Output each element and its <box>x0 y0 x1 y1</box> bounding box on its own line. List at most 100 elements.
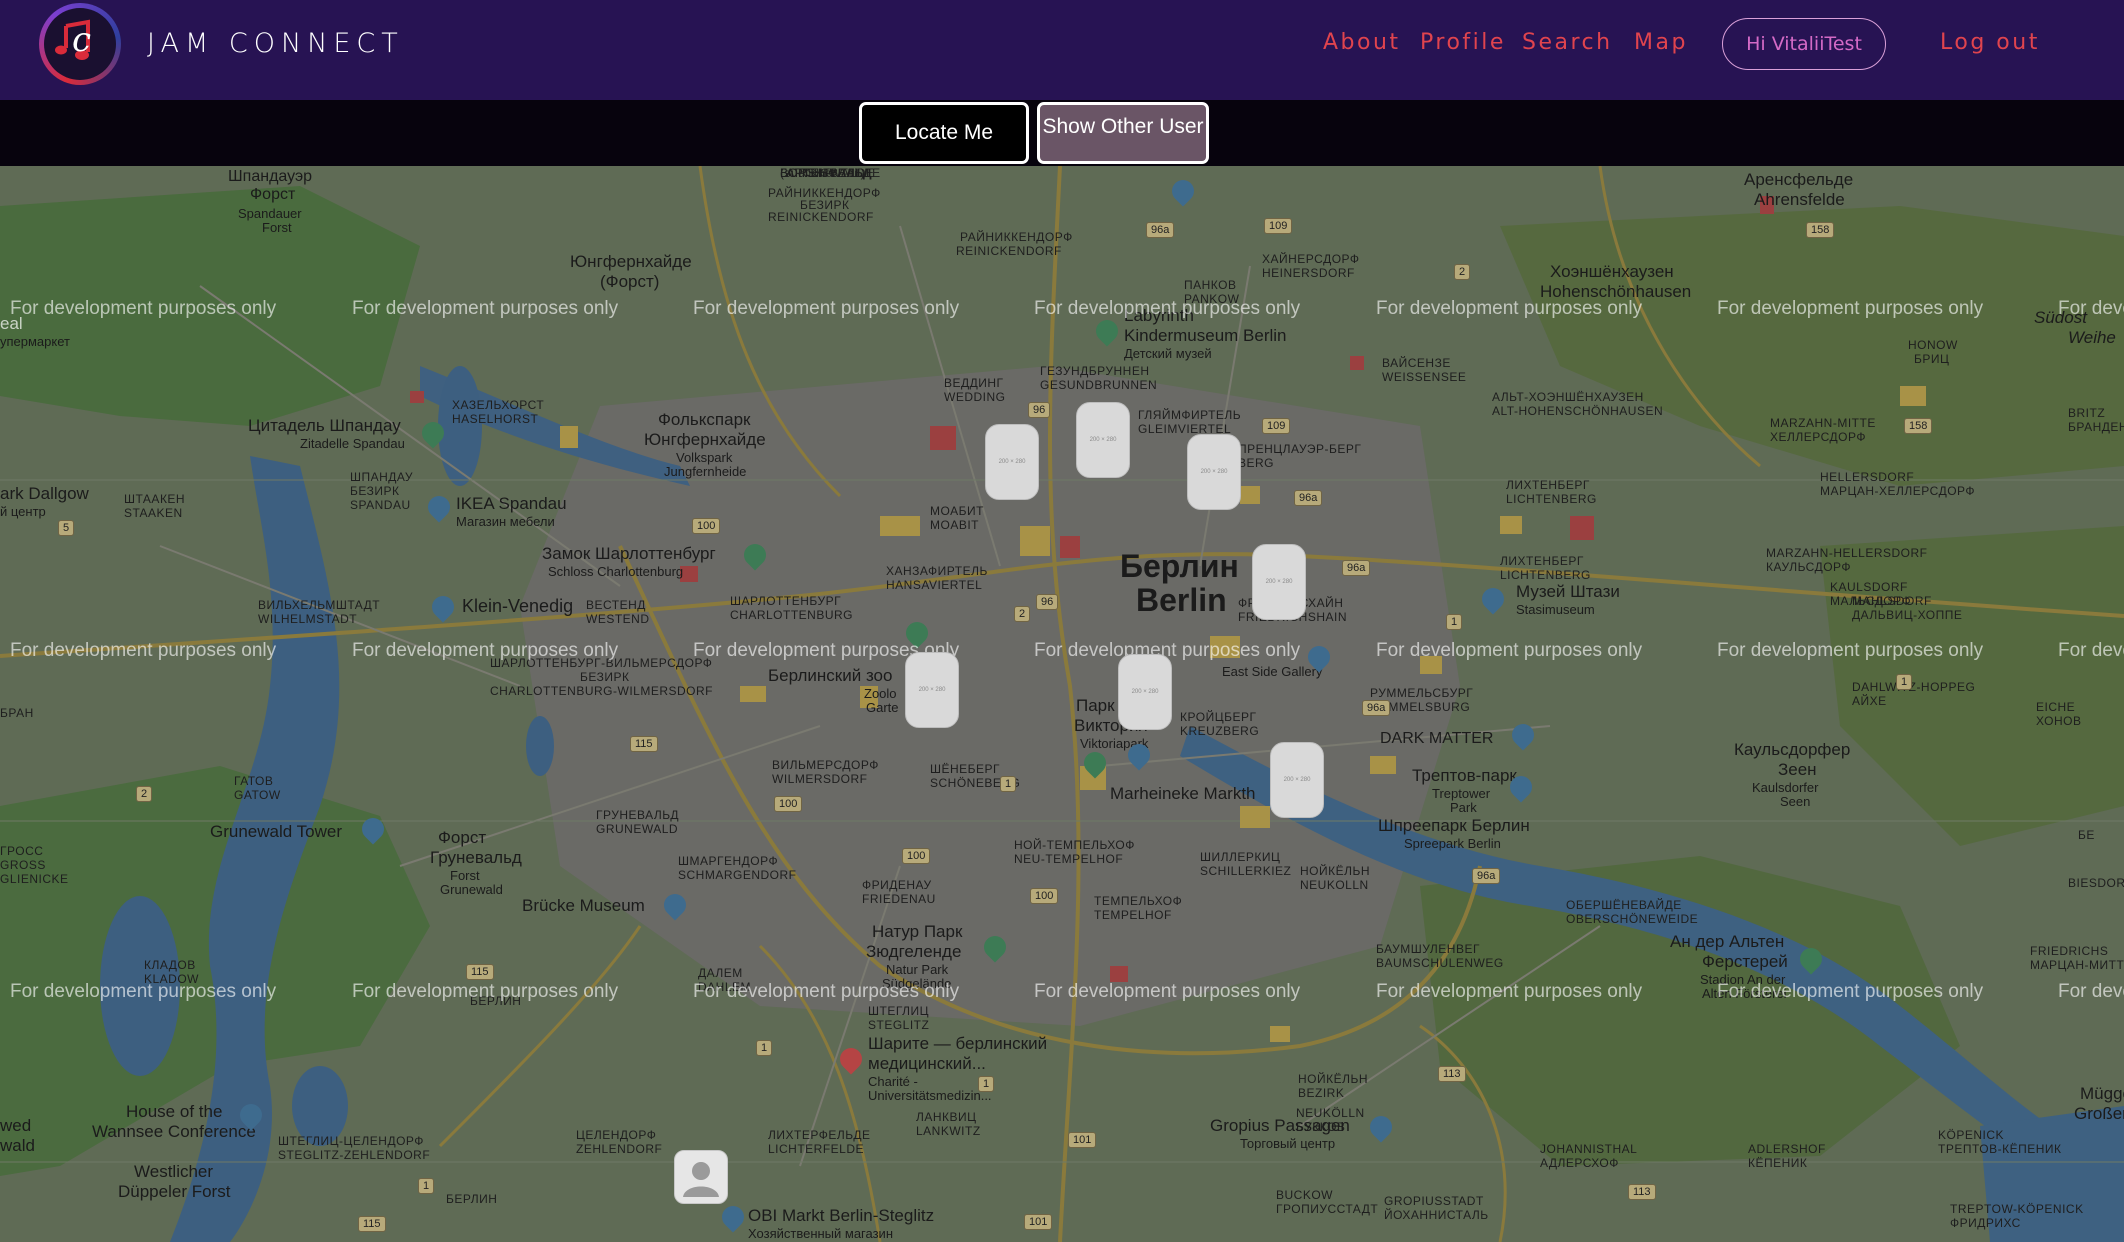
district-label: HELLERSDORF <box>1820 470 1915 484</box>
district-label: ВИЛЬХЕЛЬМШТАДТ <box>258 598 381 612</box>
district-label: LICHTENBERG <box>1500 568 1591 582</box>
user-greeting-badge[interactable]: Hi VitaliiTest <box>1722 18 1886 70</box>
road-number-badge: 96 <box>1028 402 1051 418</box>
district-label: КЁПЕНИК <box>1748 1156 1808 1170</box>
district-label: BORSIGWALDE <box>780 166 875 180</box>
road-number-badge: 109 <box>1264 218 1293 234</box>
app-logo[interactable]: c <box>39 3 121 85</box>
district-label: ВАЙСЕНЗЕ <box>1382 356 1451 370</box>
district-label: STEGLITZ <box>868 1018 930 1032</box>
district-label: GRUNEWALD <box>596 822 679 836</box>
road-number-badge: 96a <box>1146 222 1175 238</box>
map-label-weihe: Weihe <box>2068 328 2116 347</box>
musician-marker[interactable]: 200 × 280 <box>1118 654 1172 730</box>
musician-marker[interactable]: 200 × 280 <box>1270 742 1324 818</box>
district-label: ГРОПИУССТАДТ <box>1276 1202 1379 1216</box>
map-label-kleinvenedig: Klein-Venedig <box>462 596 574 616</box>
map-canvas[interactable]: Берлин Berlin Шпандауэр Форст Spandauer … <box>0 166 2124 1242</box>
map-label-spreepark-ru: Шпреепарк Берлин <box>1378 816 1530 835</box>
musician-marker[interactable]: 200 × 280 <box>985 424 1039 500</box>
map-label-kaulsdorf-ru2: Зеен <box>1778 760 1817 779</box>
dev-watermark-label: For development purposes only <box>352 981 619 1002</box>
district-label: HEINERSDORF <box>1262 266 1355 280</box>
district-label: ХОНОВ <box>2036 714 2082 728</box>
district-label: GLIENICKE <box>0 872 69 886</box>
brand-name[interactable]: JAM CONNECT <box>147 28 404 59</box>
district-label: DAHLWITZ-HOPPEG <box>1852 680 1976 694</box>
district-label: NEUKÖLLN <box>1296 1106 1365 1120</box>
map-label-wannsee2: Wannsee Conference <box>92 1122 256 1141</box>
logo-letter: c <box>72 20 92 60</box>
district-label: BIESDORF <box>2068 876 2124 890</box>
logout-link[interactable]: Log out <box>1940 30 2040 55</box>
map-label-treptower2: Park <box>1450 800 1477 815</box>
road-number-badge: 96a <box>1472 868 1501 884</box>
current-user-marker[interactable] <box>674 1150 728 1204</box>
district-label: EICHE <box>2036 700 2076 714</box>
map-label-stasi: Stasimuseum <box>1516 602 1595 617</box>
road-number-badge: 5 <box>58 520 75 536</box>
map-label-treptower-ru: Трептов-парк <box>1412 766 1517 785</box>
musician-marker[interactable]: 200 × 280 <box>1187 434 1241 510</box>
district-label: CHARLOTTENBURG-WILMERSDORF <box>490 684 714 698</box>
nav-map[interactable]: Map <box>1634 30 1688 55</box>
district-label: ВЕДДИНГ <box>944 376 1004 390</box>
district-label: ЛИХТЕНБЕРГ <box>1506 478 1590 492</box>
user-avatar-icon <box>683 1162 719 1197</box>
road-number-badge: 96a <box>1342 560 1371 576</box>
district-label: LICHTERFELDE <box>768 1142 865 1156</box>
district-label: ШАРЛОТТЕНБУРГ <box>730 594 842 608</box>
district-label: ХАЗЕЛЬХОРСТ <box>452 398 545 412</box>
district-label: SCHMARGENDORF <box>678 868 797 882</box>
show-other-user-button[interactable]: Show Other User <box>1037 102 1209 164</box>
map-label-natur-ru2: Зюдгеленде <box>866 942 962 961</box>
map-label-spandauer: Spandauer <box>238 206 302 221</box>
map-label-natur-ru: Натур Парк <box>872 922 963 941</box>
map-label-gropius-ru: Торговый центр <box>1240 1136 1336 1151</box>
district-label: JOHANNISTHAL <box>1540 1142 1638 1156</box>
map-label-westlicher2: Düppeler Forst <box>118 1182 231 1201</box>
district-label: БРАН <box>0 706 34 720</box>
nav-search[interactable]: Search <box>1522 30 1613 55</box>
map-label-natur: Natur Park <box>886 962 949 977</box>
road-number-badge: 101 <box>1024 1214 1053 1230</box>
map-toolbar: Locate Me Show Other User <box>0 100 2124 166</box>
district-label: ШЁНЕБЕРГ <box>930 762 1001 776</box>
road-number-badge: 100 <box>774 796 803 812</box>
map-label-zoo2: Garte <box>866 700 899 715</box>
district-label: ШТЕГЛИЦ-ЦЕЛЕНДОРФ <box>278 1134 424 1148</box>
locate-me-button[interactable]: Locate Me <box>859 102 1029 164</box>
map-label-ahrensfelde: Ahrensfelde <box>1754 190 1845 209</box>
district-label: NEUKOLLN <box>1300 878 1369 892</box>
nav-profile[interactable]: Profile <box>1420 30 1506 55</box>
district-label: ФРИДРИХС <box>1950 1216 2021 1230</box>
district-label: WILMERSDORF <box>772 772 868 786</box>
road-number-badge: 115 <box>358 1216 386 1232</box>
district-label: МАРЦАН-МИТТЕ <box>2030 958 2124 972</box>
district-label: NEU-TEMPELHOF <box>1014 852 1124 866</box>
musician-marker[interactable]: 200 × 280 <box>1252 544 1306 620</box>
map-label-altglienicke-ru: Ан дер Альтен <box>1670 932 1785 951</box>
district-label: ВИЛЬМЕРСДОРФ <box>772 758 879 772</box>
district-label: TEMPELHOF <box>1094 908 1172 922</box>
dev-watermark-label: For development purposes only <box>352 640 619 661</box>
district-label: STAAKEN <box>124 506 183 520</box>
district-label: ЛИХТЕНБЕРГ <box>1500 554 1584 568</box>
map-label-supermarket: упермаркет <box>0 334 70 349</box>
district-label: MAHLSDORF <box>1852 594 1932 608</box>
district-label: REINICKENDORF <box>956 244 1062 258</box>
district-label: ХЕЛЛЕРСДОРФ <box>1770 430 1866 444</box>
district-label: КРОЙЦБЕРГ <box>1180 710 1257 724</box>
district-label: МАРЦАН-ХЕЛЛЕРСДОРФ <box>1820 484 1976 498</box>
map-label-forst-gr2: Grunewald <box>440 882 503 897</box>
musician-marker[interactable]: 200 × 280 <box>905 652 959 728</box>
district-label: ШТААКЕН <box>124 492 186 506</box>
dev-watermark-label: For development purposes only <box>1717 298 1984 319</box>
district-label: ДАЛЕМ <box>698 966 743 980</box>
district-label: БУККОВ <box>1296 1120 1346 1134</box>
musician-marker[interactable]: 200 × 280 <box>1076 402 1130 478</box>
map-label-forst-gr-ru2: Груневальд <box>430 848 522 867</box>
map-label-volkspark-ru: Фолькспарк <box>658 410 751 429</box>
district-label: ЙОХАННИСТАЛЬ <box>1384 1208 1489 1222</box>
nav-about[interactable]: About <box>1323 30 1401 55</box>
